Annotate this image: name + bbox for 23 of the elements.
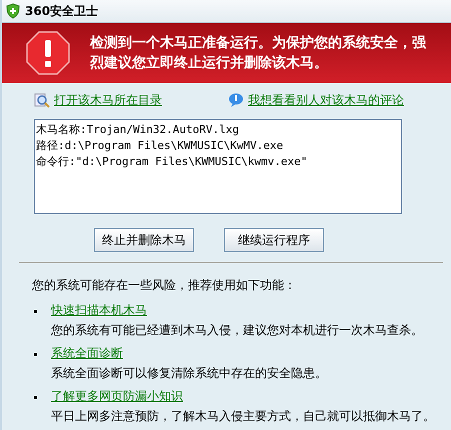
window-title: 360安全卫士 <box>25 2 98 20</box>
link[interactable]: 打开该木马所在目录 <box>54 92 162 108</box>
detail-line: 命令行:"d:\Program Files\KWMUSIC\kwmv.exe" <box>36 154 308 170</box>
recommend-intro: 您的系统可能存在一些风险，推荐使用如下功能： <box>32 277 297 294</box>
warning-icon <box>26 31 70 75</box>
action-button[interactable]: 继续运行程序 <box>224 228 324 252</box>
shield-icon <box>5 3 21 19</box>
detail-line: 路径:d:\Program Files\KWMUSIC\KwMV.exe <box>36 138 284 154</box>
feature-link[interactable]: 了解更多网页防漏小知识 <box>51 388 435 405</box>
action-button[interactable]: 终止并删除木马 <box>94 228 194 252</box>
feature-link[interactable]: 快速扫描本机木马 <box>51 302 423 319</box>
speech-bubble-icon <box>228 92 244 108</box>
magnifier-icon <box>34 92 50 108</box>
detail-line: 木马名称:Trojan/Win32.AutoRV.lxg <box>36 122 240 138</box>
alert-message: 检测到一个木马正准备运行。为保护您的系统安全，强烈建议您立即终止运行并删除该木马。 <box>90 34 427 73</box>
bullet-icon <box>34 353 37 356</box>
bullet-icon <box>34 310 37 313</box>
feature-description: 系统全面诊断可以修复清除系统中存在的安全隐患。 <box>51 365 327 382</box>
feature-link[interactable]: 系统全面诊断 <box>51 345 327 362</box>
feature-description: 您的系统有可能已经遭到木马入侵，建议您对本机进行一次木马查杀。 <box>51 322 423 339</box>
link[interactable]: 我想看看别人对该木马的评论 <box>248 92 404 108</box>
feature-description: 平日上网多注意预防，了解木马入侵主要方式，自己就可以抵御木马了。 <box>51 408 435 425</box>
bullet-icon <box>34 396 37 399</box>
